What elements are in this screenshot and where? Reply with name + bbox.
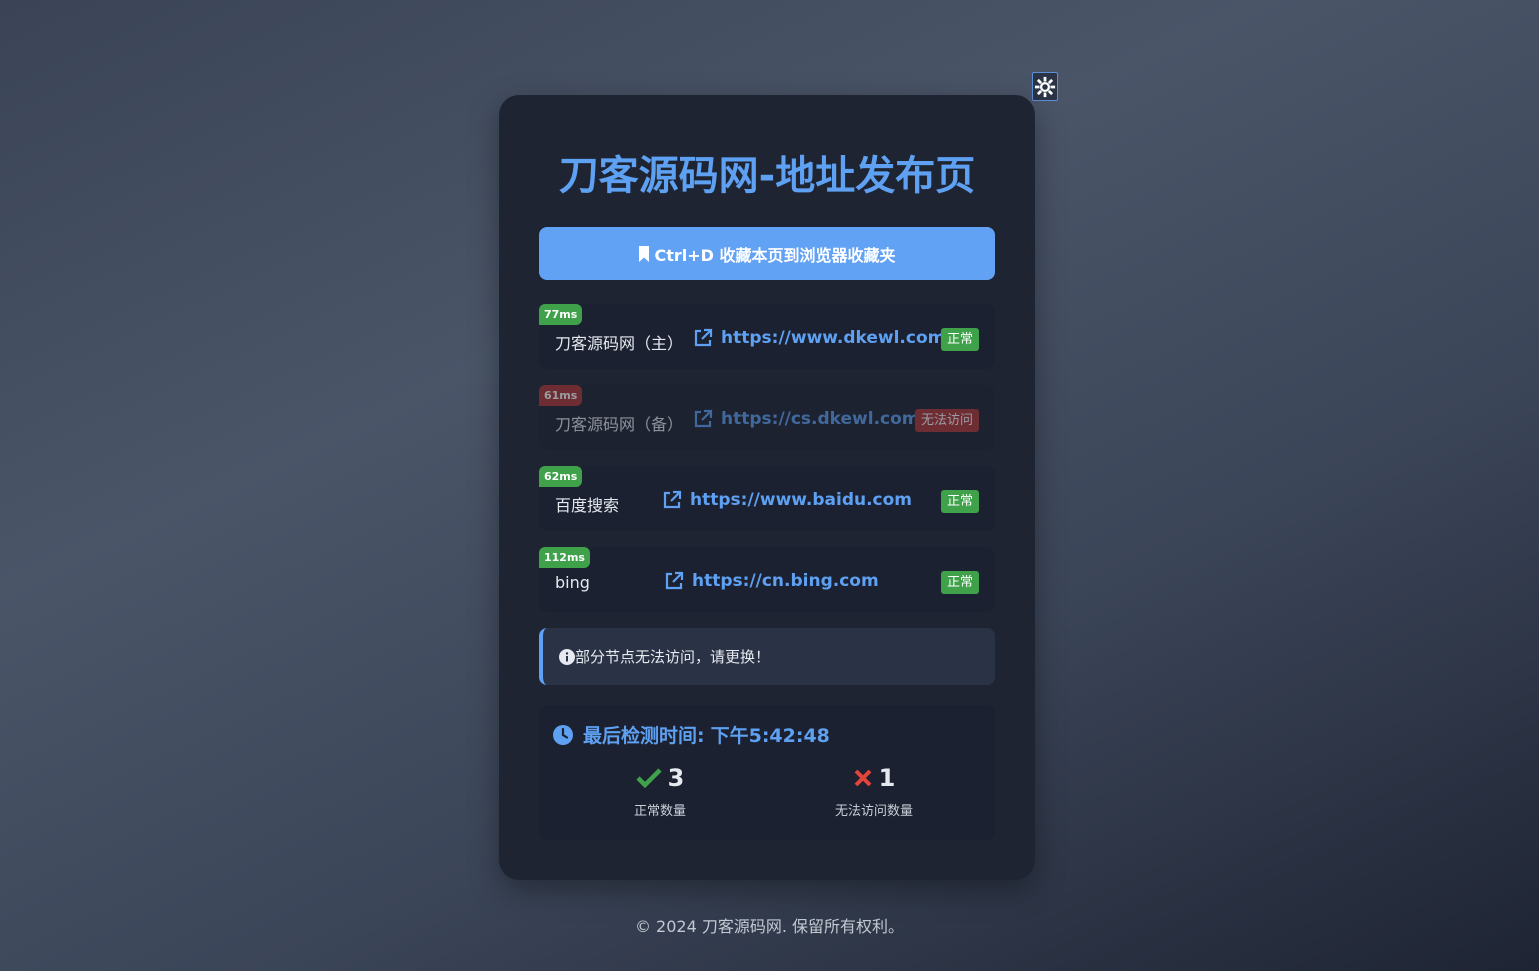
link-url-text: https://cs.dkewl.com (721, 409, 920, 429)
footer-copyright: © 2024 刀客源码网. 保留所有权利。 (634, 917, 905, 936)
latency-badge: 112ms (539, 547, 590, 568)
link-url[interactable]: https://www.dkewl.com (693, 328, 945, 348)
external-link-icon (694, 409, 713, 428)
link-list: 77ms 刀客源码网（主） https://www.dkewl.com 正常 6… (539, 304, 995, 612)
external-link-icon (663, 490, 682, 509)
cross-icon (854, 769, 872, 787)
link-url[interactable]: https://www.baidu.com (662, 490, 912, 510)
link-name: 百度搜索 (555, 496, 620, 515)
link-url-text: https://cn.bing.com (692, 571, 879, 591)
notice-box: 部分节点无法访问，请更换！ (539, 628, 995, 685)
gear-icon (1034, 76, 1056, 97)
latency-badge: 77ms (539, 304, 583, 325)
link-url[interactable]: https://cs.dkewl.com (693, 409, 920, 429)
status-badge: 正常 (940, 571, 979, 594)
ok-label: 正常数量 (633, 804, 686, 819)
last-check: 最后检测时间: 下午5:42:48 (553, 721, 981, 748)
latency-badge: 61ms (539, 385, 583, 406)
link-item: 112ms bing https://cn.bing.com 正常 (539, 547, 995, 612)
theme-settings-button[interactable] (1032, 72, 1058, 101)
bookmark-button[interactable]: Ctrl+D 收藏本页到浏览器收藏夹 (539, 227, 995, 280)
status-badge: 正常 (940, 490, 979, 513)
link-url[interactable]: https://cn.bing.com (664, 571, 879, 591)
status-badge: 无法访问 (914, 409, 979, 432)
link-name: 刀客源码网（主） (555, 334, 684, 353)
ok-stat: 3 正常数量 (553, 764, 767, 819)
external-link-icon (694, 328, 713, 347)
check-icon (636, 768, 662, 788)
stats-panel: 最后检测时间: 下午5:42:48 3 正常数量 1 无法访问数量 (539, 705, 995, 840)
link-item: 62ms 百度搜索 https://www.baidu.com 正常 (539, 466, 995, 531)
link-name: 刀客源码网（备） (555, 415, 684, 434)
bad-count: 1 (878, 764, 896, 792)
bookmark-label: Ctrl+D 收藏本页到浏览器收藏夹 (654, 245, 896, 265)
last-check-label: 最后检测时间: (583, 725, 705, 747)
link-url-text: https://www.baidu.com (690, 490, 913, 510)
status-badge: 正常 (940, 328, 979, 351)
notice-text: 部分节点无法访问，请更换！ (575, 648, 771, 666)
bad-stat: 1 无法访问数量 (767, 764, 981, 819)
last-check-time: 下午5:42:48 (710, 725, 830, 747)
link-item: 77ms 刀客源码网（主） https://www.dkewl.com 正常 (539, 304, 995, 369)
stat-row: 3 正常数量 1 无法访问数量 (553, 764, 981, 819)
bad-label: 无法访问数量 (834, 804, 913, 819)
bookmark-icon (639, 245, 650, 262)
info-icon (559, 648, 575, 665)
ok-count: 3 (667, 764, 685, 792)
latency-badge: 62ms (539, 466, 583, 487)
link-item: 61ms 刀客源码网（备） https://cs.dkewl.com 无法访问 (539, 385, 995, 450)
main-card: 刀客源码网-地址发布页 Ctrl+D 收藏本页到浏览器收藏夹 77ms 刀客源码… (499, 95, 1035, 880)
page-title: 刀客源码网-地址发布页 (558, 153, 976, 199)
clock-icon (553, 724, 573, 745)
external-link-icon (665, 571, 684, 590)
link-name: bing (555, 573, 590, 592)
link-url-text: https://www.dkewl.com (721, 328, 946, 348)
